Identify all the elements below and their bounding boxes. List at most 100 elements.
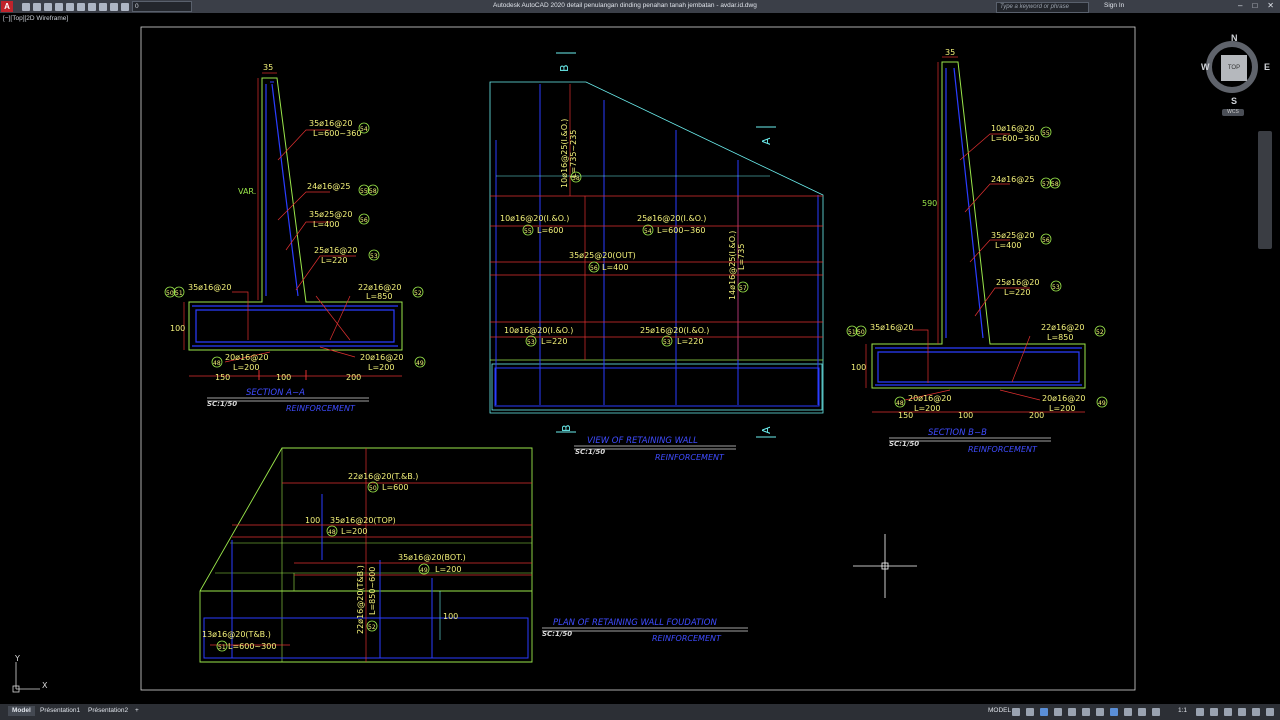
view-l5-mark: 53: [663, 339, 671, 346]
saveas-icon[interactable]: [55, 2, 63, 11]
save-icon[interactable]: [44, 2, 52, 11]
sun-icon[interactable]: [110, 2, 118, 11]
plan-p2: 35ø16@20(TOP): [330, 516, 396, 525]
sa-dim-top: 35: [263, 63, 273, 72]
redo-icon[interactable]: [88, 2, 96, 11]
print-icon[interactable]: [66, 2, 74, 11]
workspace-gear-icon[interactable]: [1196, 708, 1204, 716]
isodraft-icon[interactable]: [1068, 708, 1076, 716]
sa-mark-6: 52: [414, 290, 422, 297]
annotation-icon[interactable]: [1152, 708, 1160, 716]
title-bar: A 0 Autodesk AutoCAD 2020 detail penulan…: [0, 0, 1280, 13]
view-l2-sub: L=600~360: [657, 226, 705, 235]
isolate-icon[interactable]: [1224, 708, 1232, 716]
compass-west[interactable]: W: [1201, 62, 1210, 72]
status-right-icons: [1196, 708, 1274, 716]
section-a-a: 35 VAR. 100 150 100 200 35ø16@20 L=600~3…: [164, 63, 426, 413]
sa-scale: SC:1/50: [207, 400, 237, 408]
plan-p1: 22ø16@20(T.&B.): [348, 472, 418, 481]
sb-dim-right: 200: [1029, 411, 1044, 420]
sa-mark-7: 48: [213, 360, 221, 367]
sa-mark-3: 56: [360, 217, 368, 224]
sa-dim-left: 150: [215, 373, 230, 382]
view-vert-left-mark: 58: [572, 175, 580, 182]
square-icon[interactable]: [121, 2, 129, 11]
search-input[interactable]: Type a keyword or phrase: [996, 2, 1089, 13]
plus-icon[interactable]: [1210, 708, 1218, 716]
sb-mark-5: 51: [848, 329, 856, 336]
sa-mark-1: 54: [360, 126, 368, 133]
tab-presentation2[interactable]: Présentation2: [84, 706, 132, 716]
view-controls-label[interactable]: [−][Top][2D Wireframe]: [3, 15, 68, 22]
compass-east[interactable]: E: [1264, 62, 1270, 72]
sb-label-3-sub: L=400: [995, 241, 1021, 250]
osnap-icon[interactable]: [1082, 708, 1090, 716]
sb-mark-3: 56: [1042, 237, 1050, 244]
view-subtitle: REINFORCEMENT: [655, 453, 725, 462]
quick-access-toolbar: 0: [22, 1, 192, 12]
selection-cycling-icon[interactable]: [1138, 708, 1146, 716]
transparency-icon[interactable]: [1124, 708, 1132, 716]
snap-icon[interactable]: [1026, 708, 1034, 716]
wcs-menu[interactable]: WCS: [1222, 109, 1244, 116]
sa-label-6-sub: L=850: [366, 292, 392, 301]
view-l3-mark: 56: [590, 265, 598, 272]
viewcube-top-face[interactable]: TOP: [1221, 55, 1247, 81]
otrack-icon[interactable]: [1096, 708, 1104, 716]
sa-dim-right: 200: [346, 373, 361, 382]
sign-in-button[interactable]: Sign In: [1104, 2, 1124, 9]
polar-icon[interactable]: [1054, 708, 1062, 716]
sa-label-2: 24ø16@25: [307, 182, 350, 191]
sb-mark-7: 48: [896, 400, 904, 407]
view-cut-b-top: B: [558, 64, 571, 72]
view-l3: 35ø25@20(OUT): [569, 251, 636, 260]
close-icon[interactable]: ✕: [1267, 1, 1274, 10]
sb-label-7-sub: L=200: [914, 404, 940, 413]
clean-screen-icon[interactable]: [1252, 708, 1260, 716]
minimize-icon[interactable]: –: [1238, 1, 1242, 10]
sb-mark-2b: 58: [1051, 181, 1059, 188]
autocad-logo-icon[interactable]: A: [1, 1, 13, 12]
compass-south[interactable]: S: [1231, 96, 1237, 106]
sb-dim-mid: 100: [958, 411, 973, 420]
tab-presentation1[interactable]: Présentation1: [36, 706, 84, 716]
plan-scale: SC:1/50: [542, 630, 572, 638]
sa-mark-8: 49: [416, 360, 424, 367]
sa-title: SECTION A−A: [246, 388, 305, 398]
plan-p5-dim: 100: [443, 612, 458, 621]
plan-p6-mark: 51: [218, 644, 226, 651]
sa-label-7-sub: L=200: [233, 363, 259, 372]
hardware-icon[interactable]: [1238, 708, 1246, 716]
plan-p6: 13ø16@20(T&B.): [202, 630, 271, 639]
lineweight-icon[interactable]: [1110, 708, 1118, 716]
grid-icon[interactable]: [1012, 708, 1020, 716]
view-l1: 10ø16@20(I.&O.): [500, 214, 569, 223]
layer-dropdown[interactable]: 0: [132, 1, 192, 12]
sa-mark-5b: 51: [175, 290, 183, 297]
viewcube[interactable]: TOP N S E W: [1198, 33, 1272, 107]
annotation-scale[interactable]: 1:1: [1178, 707, 1187, 714]
view-vert-left-sub: L=735~235: [569, 130, 578, 178]
sb-mark-4: 53: [1052, 284, 1060, 291]
navigation-bar[interactable]: [1258, 131, 1272, 249]
sb-mark-8: 49: [1098, 400, 1106, 407]
open-icon[interactable]: [33, 2, 41, 11]
sb-label-4: 25ø16@20: [996, 278, 1039, 287]
view-l5-sub: L=220: [677, 337, 703, 346]
sa-label-7: 20ø16@20: [225, 353, 268, 362]
new-icon[interactable]: [22, 2, 30, 11]
ortho-icon[interactable]: [1040, 708, 1048, 716]
drawing-viewport[interactable]: 35 VAR. 100 150 100 200 35ø16@20 L=600~3…: [0, 13, 1280, 704]
undo-icon[interactable]: [77, 2, 85, 11]
maximize-icon[interactable]: □: [1252, 1, 1257, 10]
tab-model[interactable]: Model: [8, 706, 35, 716]
sa-dim-mid: 100: [276, 373, 291, 382]
model-space-toggle[interactable]: MODEL: [988, 707, 1011, 714]
compass-north[interactable]: N: [1231, 33, 1238, 43]
sb-dim-height: 590: [922, 199, 937, 208]
view-vert-left: 10ø16@25(I.&O.): [560, 119, 569, 188]
customize-icon[interactable]: [1266, 708, 1274, 716]
lightbulb-icon[interactable]: [99, 2, 107, 11]
sb-label-4-sub: L=220: [1004, 288, 1030, 297]
add-layout-button[interactable]: +: [131, 706, 143, 716]
